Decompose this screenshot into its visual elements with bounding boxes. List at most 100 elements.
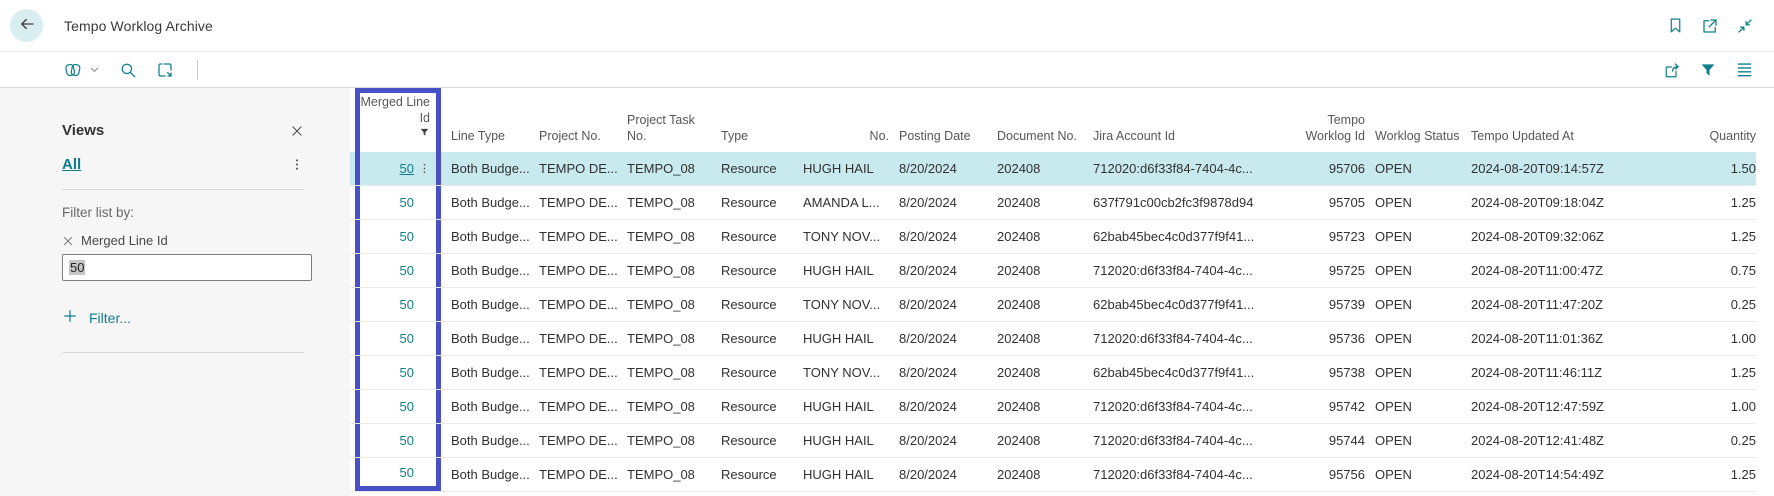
cell-project_no[interactable]: TEMPO DE... — [539, 331, 617, 346]
cell-quantity[interactable]: 1.25 — [1681, 467, 1756, 482]
cell-jira_account_id[interactable]: 712020:d6f33f84-7404-4c... — [1093, 467, 1283, 482]
row-kebab-icon[interactable] — [414, 161, 434, 176]
filter-value-input[interactable]: 50 — [62, 254, 312, 281]
cell-worklog_status[interactable]: OPEN — [1375, 433, 1461, 448]
cell-line_type[interactable]: Both Budge... — [451, 195, 529, 210]
table-row[interactable]: 50Both Budge...TEMPO DE...TEMPO_08Resour… — [350, 220, 1756, 254]
cell-tempo_updated_at[interactable]: 2024-08-20T11:00:47Z — [1471, 263, 1671, 278]
cell-jira_account_id[interactable]: 712020:d6f33f84-7404-4c... — [1093, 433, 1283, 448]
cell-merged_line_id[interactable]: 50 — [355, 390, 441, 423]
merged-line-id-link[interactable]: 50 — [400, 229, 414, 244]
cell-jira_account_id[interactable]: 712020:d6f33f84-7404-4c... — [1093, 263, 1283, 278]
column-header-project_no[interactable]: Project No. — [539, 88, 617, 152]
cell-type[interactable]: Resource — [721, 365, 793, 380]
cell-project_no[interactable]: TEMPO DE... — [539, 161, 617, 176]
cell-line_type[interactable]: Both Budge... — [451, 263, 529, 278]
cell-type[interactable]: Resource — [721, 195, 793, 210]
column-header-project_task_no[interactable]: Project Task No. — [627, 88, 711, 152]
cell-posting_date[interactable]: 8/20/2024 — [899, 365, 987, 380]
table-row[interactable]: 50Both Budge...TEMPO DE...TEMPO_08Resour… — [350, 322, 1756, 356]
cell-line_type[interactable]: Both Budge... — [451, 161, 529, 176]
column-header-merged_line_id[interactable]: Merged Line Id — [355, 88, 441, 152]
cell-jira_account_id[interactable]: 62bab45bec4c0d377f9f41... — [1093, 365, 1283, 380]
cell-document_no[interactable]: 202408 — [997, 365, 1083, 380]
cell-jira_account_id[interactable]: 712020:d6f33f84-7404-4c... — [1093, 399, 1283, 414]
cell-document_no[interactable]: 202408 — [997, 195, 1083, 210]
column-header-jira_account_id[interactable]: Jira Account Id — [1093, 88, 1283, 152]
column-header-type[interactable]: Type — [721, 88, 793, 152]
column-header-quantity[interactable]: Quantity — [1681, 88, 1756, 152]
cell-type[interactable]: Resource — [721, 263, 793, 278]
cell-tempo_updated_at[interactable]: 2024-08-20T14:54:49Z — [1471, 467, 1671, 482]
merged-line-id-link[interactable]: 50 — [400, 433, 414, 448]
minimize-icon[interactable] — [1736, 17, 1754, 35]
cell-quantity[interactable]: 1.50 — [1681, 161, 1756, 176]
cell-project_no[interactable]: TEMPO DE... — [539, 433, 617, 448]
cell-document_no[interactable]: 202408 — [997, 399, 1083, 414]
cell-type[interactable]: Resource — [721, 297, 793, 312]
column-header-worklog_status[interactable]: Worklog Status — [1375, 88, 1461, 152]
cell-quantity[interactable]: 1.25 — [1681, 229, 1756, 244]
cell-worklog_status[interactable]: OPEN — [1375, 297, 1461, 312]
cell-type[interactable]: Resource — [721, 161, 793, 176]
table-row[interactable]: 50Both Budge...TEMPO DE...TEMPO_08Resour… — [350, 424, 1756, 458]
cell-worklog_status[interactable]: OPEN — [1375, 365, 1461, 380]
cell-line_type[interactable]: Both Budge... — [451, 365, 529, 380]
remove-filter-icon[interactable] — [62, 235, 74, 247]
cell-posting_date[interactable]: 8/20/2024 — [899, 467, 987, 482]
cell-tempo_worklog_id[interactable]: 95706 — [1293, 161, 1365, 176]
bookmark-icon[interactable] — [1667, 17, 1684, 34]
cell-no[interactable]: AMANDA L... — [803, 195, 889, 210]
cell-tempo_worklog_id[interactable]: 95739 — [1293, 297, 1365, 312]
cell-project_no[interactable]: TEMPO DE... — [539, 195, 617, 210]
cell-project_no[interactable]: TEMPO DE... — [539, 399, 617, 414]
cell-quantity[interactable]: 1.25 — [1681, 365, 1756, 380]
cell-document_no[interactable]: 202408 — [997, 467, 1083, 482]
cell-project_task_no[interactable]: TEMPO_08 — [627, 467, 711, 482]
open-in-new-window-icon[interactable] — [1701, 17, 1719, 35]
cell-document_no[interactable]: 202408 — [997, 229, 1083, 244]
back-button[interactable] — [10, 9, 43, 42]
cell-no[interactable]: HUGH HAIL — [803, 331, 889, 346]
cell-document_no[interactable]: 202408 — [997, 161, 1083, 176]
cell-line_type[interactable]: Both Budge... — [451, 297, 529, 312]
merged-line-id-link[interactable]: 50 — [400, 465, 414, 480]
cell-line_type[interactable]: Both Budge... — [451, 467, 529, 482]
cell-project_task_no[interactable]: TEMPO_08 — [627, 365, 711, 380]
merged-line-id-link[interactable]: 50 — [400, 331, 414, 346]
cell-no[interactable]: HUGH HAIL — [803, 263, 889, 278]
cell-line_type[interactable]: Both Budge... — [451, 229, 529, 244]
cell-jira_account_id[interactable]: 62bab45bec4c0d377f9f41... — [1093, 297, 1283, 312]
add-filter-button[interactable]: Filter... — [62, 308, 131, 327]
column-header-posting_date[interactable]: Posting Date — [899, 88, 987, 152]
cell-merged_line_id[interactable]: 50 — [355, 424, 441, 457]
cell-project_task_no[interactable]: TEMPO_08 — [627, 161, 711, 176]
view-options-kebab-icon[interactable] — [290, 157, 304, 172]
cell-project_no[interactable]: TEMPO DE... — [539, 297, 617, 312]
cell-tempo_updated_at[interactable]: 2024-08-20T11:47:20Z — [1471, 297, 1671, 312]
cell-tempo_worklog_id[interactable]: 95744 — [1293, 433, 1365, 448]
cell-project_task_no[interactable]: TEMPO_08 — [627, 399, 711, 414]
column-header-document_no[interactable]: Document No. — [997, 88, 1083, 152]
table-row[interactable]: 50Both Budge...TEMPO DE...TEMPO_08Resour… — [350, 254, 1756, 288]
cell-tempo_worklog_id[interactable]: 95723 — [1293, 229, 1365, 244]
cell-type[interactable]: Resource — [721, 433, 793, 448]
close-icon[interactable] — [290, 124, 304, 138]
cell-document_no[interactable]: 202408 — [997, 433, 1083, 448]
cell-no[interactable]: HUGH HAIL — [803, 467, 889, 482]
table-row[interactable]: 50Both Budge...TEMPO DE...TEMPO_08Resour… — [350, 356, 1756, 390]
cell-tempo_updated_at[interactable]: 2024-08-20T11:01:36Z — [1471, 331, 1671, 346]
cell-tempo_worklog_id[interactable]: 95742 — [1293, 399, 1365, 414]
cell-tempo_worklog_id[interactable]: 95738 — [1293, 365, 1365, 380]
cell-type[interactable]: Resource — [721, 331, 793, 346]
cell-merged_line_id[interactable]: 50 — [355, 458, 441, 491]
cell-project_task_no[interactable]: TEMPO_08 — [627, 229, 711, 244]
cell-no[interactable]: TONY NOV... — [803, 365, 889, 380]
cell-tempo_updated_at[interactable]: 2024-08-20T11:46:11Z — [1471, 365, 1671, 380]
cell-document_no[interactable]: 202408 — [997, 297, 1083, 312]
cell-line_type[interactable]: Both Budge... — [451, 399, 529, 414]
cell-merged_line_id[interactable]: 50 — [355, 288, 441, 321]
cell-quantity[interactable]: 0.75 — [1681, 263, 1756, 278]
filter-button[interactable] — [1699, 61, 1717, 79]
cell-tempo_worklog_id[interactable]: 95756 — [1293, 467, 1365, 482]
